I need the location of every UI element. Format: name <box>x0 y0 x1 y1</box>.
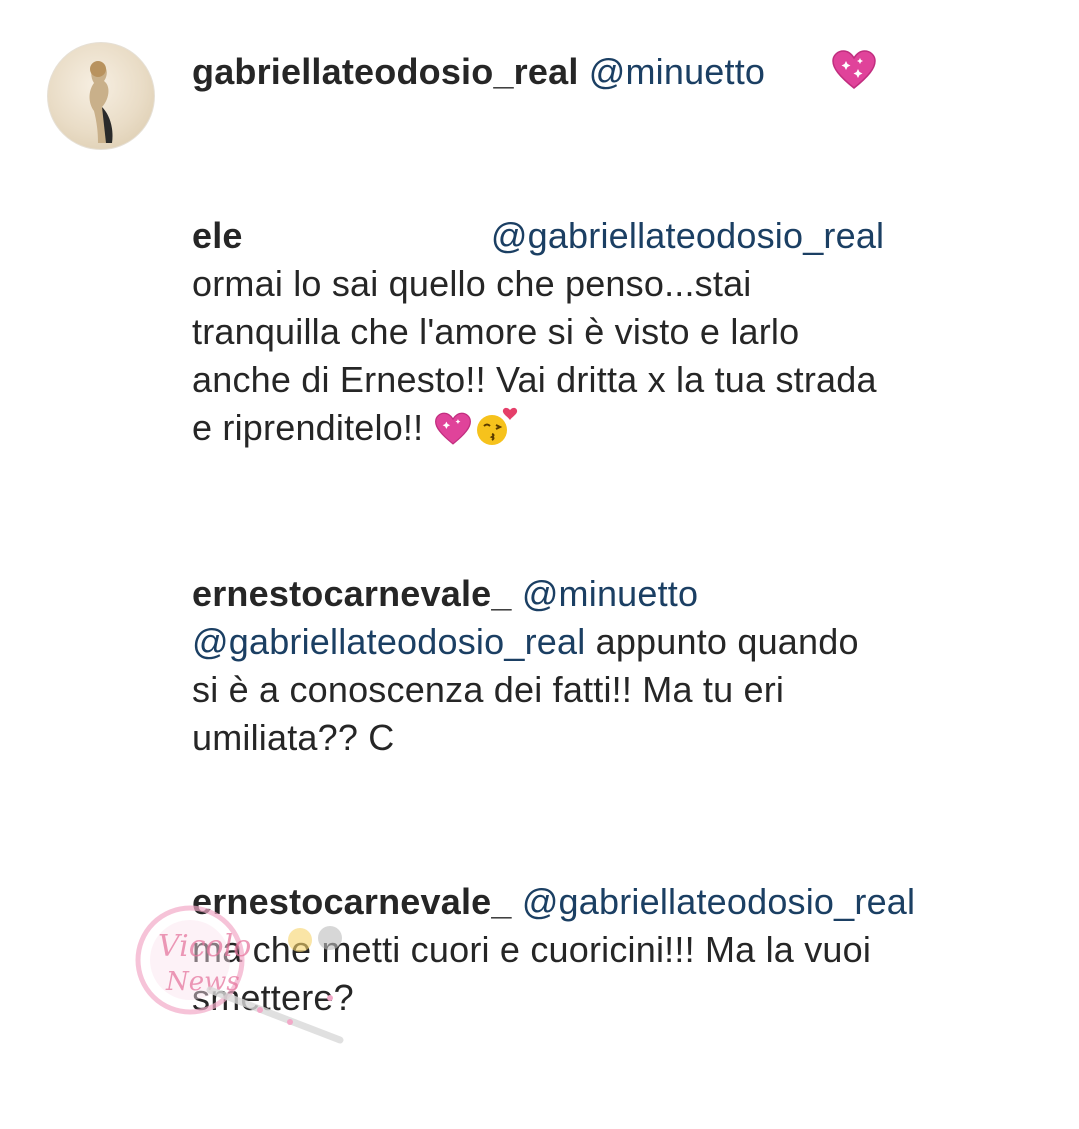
comment-2: ele @gabriellateodosio_real ormai lo sai… <box>192 212 884 458</box>
comment-text-line: si è a conoscenza dei fatti!! Ma tu eri <box>192 669 785 710</box>
sparkling-heart-icon <box>434 410 472 458</box>
comment-username[interactable]: ernestocarnevale_ <box>192 573 512 614</box>
comment-4: ernestocarnevale_ @gabriellateodosio_rea… <box>192 878 915 1022</box>
comment-mention[interactable]: @minuetto <box>589 51 765 92</box>
comment-mention[interactable]: @gabriellateodosio_real <box>192 621 585 662</box>
comment-text-line: e riprenditelo!! <box>192 407 424 448</box>
comment-3: ernestocarnevale_ @minuetto @gabriellate… <box>192 570 859 762</box>
comment-mention[interactable]: @gabriellateodosio_real <box>491 215 884 256</box>
comment-text-line: anche di Ernesto!! Vai dritta x la tua s… <box>192 359 877 400</box>
comment-username[interactable]: ernestocarnevale_ <box>192 881 512 922</box>
comment-text-line: appunto quando <box>595 621 859 662</box>
comment-mention[interactable]: @gabriellateodosio_real <box>522 881 915 922</box>
sparkling-heart-icon <box>831 50 877 102</box>
comment-text-line: umiliata?? C <box>192 717 395 758</box>
avatar-photo <box>89 61 113 143</box>
comment-1: gabriellateodosio_real @minuetto <box>192 48 877 102</box>
kiss-face-icon <box>472 406 518 458</box>
comment-text-line: ma che metti cuori e cuoricini!!! Ma la … <box>192 929 872 970</box>
comment-username[interactable]: ele <box>192 215 243 256</box>
avatar[interactable] <box>47 42 155 150</box>
comment-username[interactable]: gabriellateodosio_real <box>192 51 579 92</box>
comment-text-line: tranquilla che l'amore si è visto e larl… <box>192 311 800 352</box>
comment-text-line: ormai lo sai quello che penso...stai <box>192 263 752 304</box>
comment-text-line: smettere? <box>192 977 354 1018</box>
comment-mention[interactable]: @minuetto <box>522 573 698 614</box>
